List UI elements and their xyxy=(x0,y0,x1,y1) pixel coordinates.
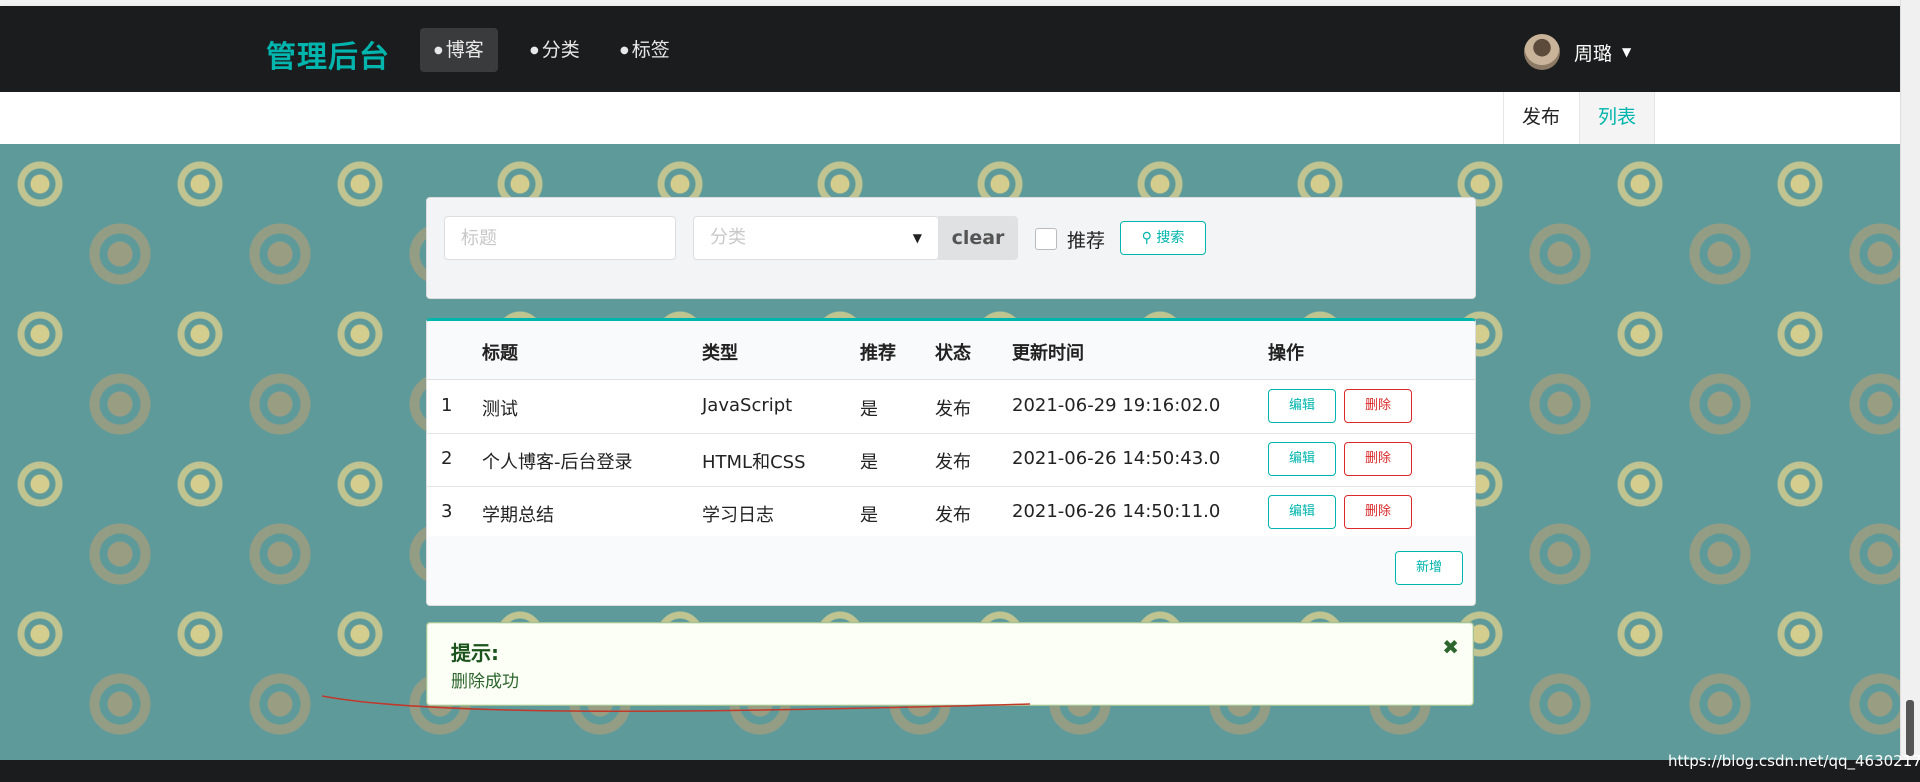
message-body: 删除成功 xyxy=(451,672,519,692)
header-status: 状态 xyxy=(935,343,971,364)
row-index: 2 xyxy=(441,448,453,469)
clear-button[interactable]: clear xyxy=(938,216,1018,260)
header-updated: 更新时间 xyxy=(1012,343,1084,364)
nav-item-blog[interactable]: ● 博客 xyxy=(420,28,498,72)
row-updated: 2021-06-26 14:50:11.0 xyxy=(1012,501,1221,522)
nav-item-label: 分类 xyxy=(541,39,580,61)
header-recommend: 推荐 xyxy=(860,343,896,364)
user-name: 周璐 xyxy=(1574,42,1613,65)
brand-title: 管理后台 xyxy=(266,40,390,75)
row-title: 测试 xyxy=(482,399,518,420)
delete-button[interactable]: 删除 xyxy=(1344,495,1412,529)
row-title: 学期总结 xyxy=(482,505,554,526)
edit-button[interactable]: 编辑 xyxy=(1268,495,1336,529)
delete-button[interactable]: 删除 xyxy=(1344,389,1412,423)
category-icon: ● xyxy=(530,44,539,56)
row-recommend: 是 xyxy=(860,452,878,473)
edit-button[interactable]: 编辑 xyxy=(1268,389,1336,423)
row-status: 发布 xyxy=(935,505,971,526)
tab-publish[interactable]: 发布 xyxy=(1503,92,1578,144)
table-header: 标题 类型 推荐 状态 更新时间 操作 xyxy=(427,321,1475,380)
category-placeholder: 分类 xyxy=(710,227,746,248)
recommend-checkbox[interactable] xyxy=(1035,228,1057,250)
row-title: 个人博客-后台登录 xyxy=(482,452,633,473)
scrollbar-thumb[interactable] xyxy=(1906,700,1914,756)
row-updated: 2021-06-26 14:50:43.0 xyxy=(1012,448,1221,469)
row-recommend: 是 xyxy=(860,505,878,526)
row-type: HTML和CSS xyxy=(702,452,806,473)
watermark-text: https://blog.csdn.net/qq_4630217 xyxy=(1668,752,1920,770)
nav-item-label: 标签 xyxy=(631,39,670,61)
message-header: 提示: xyxy=(451,641,499,665)
search-icon: ⚲ xyxy=(1141,230,1152,246)
edit-button[interactable]: 编辑 xyxy=(1268,442,1336,476)
row-index: 3 xyxy=(441,501,453,522)
title-input[interactable] xyxy=(444,216,676,260)
row-type: 学习日志 xyxy=(702,505,774,526)
row-recommend: 是 xyxy=(860,399,878,420)
delete-button[interactable]: 删除 xyxy=(1344,442,1412,476)
search-button-label: 搜索 xyxy=(1156,230,1185,246)
row-type: JavaScript xyxy=(702,395,793,416)
header-actions: 操作 xyxy=(1268,343,1304,364)
table-row: 2 个人博客-后台登录 HTML和CSS 是 发布 2021-06-26 14:… xyxy=(427,433,1475,487)
row-status: 发布 xyxy=(935,452,971,473)
avatar xyxy=(1524,34,1560,70)
recommend-label: 推荐 xyxy=(1067,230,1106,252)
chevron-down-icon: ▼ xyxy=(1622,45,1632,59)
blog-table: 标题 类型 推荐 状态 更新时间 操作 1 测试 JavaScript 是 发布… xyxy=(426,318,1476,606)
search-button[interactable]: ⚲ 搜索 xyxy=(1120,221,1206,255)
secondary-menu: 发布 列表 xyxy=(0,92,1900,152)
search-panel: 分类 ▼ clear 推荐 ⚲ 搜索 xyxy=(426,197,1476,299)
tab-list[interactable]: 列表 xyxy=(1579,92,1656,152)
row-status: 发布 xyxy=(935,399,971,420)
red-pen-scribble xyxy=(321,695,1031,713)
table-row: 1 测试 JavaScript 是 发布 2021-06-29 19:16:02… xyxy=(427,380,1475,434)
nav-item-tag[interactable]: ● 标签 xyxy=(606,28,684,72)
table-footer: 新增 xyxy=(427,536,1475,605)
row-index: 1 xyxy=(441,395,453,416)
category-select[interactable]: 分类 ▼ xyxy=(693,216,939,260)
vertical-scrollbar[interactable] xyxy=(1900,0,1920,760)
caret-down-icon: ▼ xyxy=(912,231,922,245)
bottom-bar xyxy=(0,760,1920,782)
user-menu[interactable]: 周璐 ▼ xyxy=(1524,32,1631,72)
nav-item-category[interactable]: ● 分类 xyxy=(516,28,594,72)
add-button[interactable]: 新增 xyxy=(1395,551,1463,585)
blog-icon: ● xyxy=(434,44,443,56)
nav-item-label: 博客 xyxy=(445,39,484,61)
row-updated: 2021-06-29 19:16:02.0 xyxy=(1012,395,1221,416)
tag-icon: ● xyxy=(620,44,629,56)
header-type: 类型 xyxy=(702,343,738,364)
close-icon[interactable]: ✖ xyxy=(1442,635,1459,659)
table-row: 3 学期总结 学习日志 是 发布 2021-06-26 14:50:11.0 编… xyxy=(427,486,1475,540)
top-navbar: 管理后台 ● 博客 ● 分类 ● 标签 周璐 ▼ xyxy=(0,6,1900,92)
header-title: 标题 xyxy=(482,343,518,364)
